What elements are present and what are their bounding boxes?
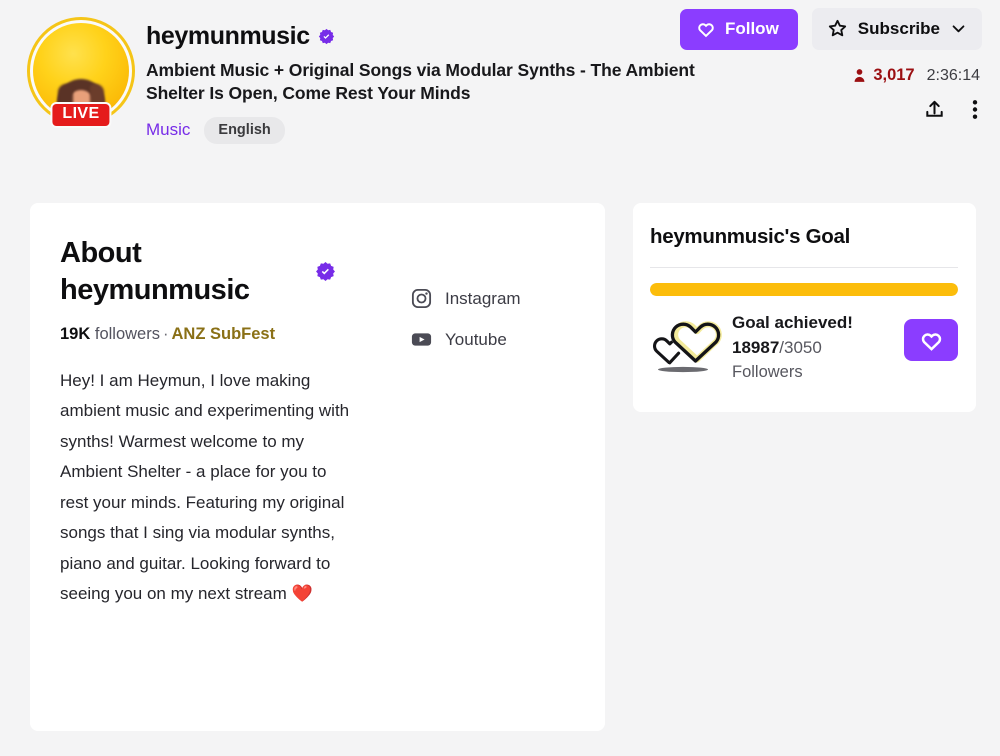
stream-uptime: 2:36:14 (926, 66, 980, 84)
category-link[interactable]: Music (146, 120, 190, 140)
viewer-count: 3,017 (873, 66, 915, 84)
goal-status: Goal achieved! (732, 313, 853, 332)
social-link-youtube[interactable]: Youtube (410, 328, 521, 351)
event-badge[interactable]: ANZ SubFest (171, 325, 275, 343)
goal-body: Goal achieved! 18987/3050 Followers (650, 313, 958, 382)
channel-header-text: heymunmusic Ambient Music + Original Son… (146, 22, 721, 144)
subscribe-label: Subscribe (857, 18, 940, 38)
followers-count: 19K (60, 325, 91, 344)
subscribe-button[interactable]: Subscribe (811, 8, 982, 50)
stream-title: Ambient Music + Original Songs via Modul… (146, 60, 695, 104)
two-hearts-icon (653, 321, 722, 373)
goal-title: heymunmusic's Goal (650, 225, 850, 248)
viewer-count-group: 3,017 (851, 66, 915, 85)
goal-divider (650, 267, 958, 268)
about-meta-row: 19K followers · ANZ SubFest (60, 325, 360, 344)
viewer-person-icon (854, 69, 865, 82)
goal-target: 3050 (784, 338, 822, 357)
followers-label: followers (94, 325, 160, 344)
stream-channel-page: LIVE heymunmusic Ambient Music + Origina… (0, 0, 1000, 756)
goal-unit: Followers (732, 363, 803, 381)
meta-separator: · (162, 325, 169, 344)
header-icon-row (923, 98, 978, 121)
about-card: About heymunmusic 19K followers · ANZ SubF… (30, 203, 605, 731)
share-upload-icon[interactable] (923, 98, 946, 121)
channel-name[interactable]: heymunmusic (146, 22, 310, 51)
stream-tags: Music English (146, 116, 721, 144)
about-heading-row: About heymunmusic (60, 235, 360, 308)
avatar[interactable]: LIVE (27, 17, 135, 128)
chevron-down-icon (952, 25, 965, 33)
channel-header: LIVE heymunmusic Ambient Music + Origina… (0, 0, 1000, 170)
social-label-instagram: Instagram (445, 288, 521, 308)
about-title: About heymunmusic (60, 237, 250, 306)
youtube-icon (411, 333, 432, 346)
social-link-instagram[interactable]: Instagram (410, 287, 521, 310)
social-links: Instagram Youtube (410, 287, 521, 609)
more-vertical-icon[interactable] (972, 98, 978, 121)
goal-progress-track (650, 283, 958, 296)
verified-badge-icon (318, 28, 334, 45)
language-tag[interactable]: English (204, 116, 285, 144)
goal-progress-fill (650, 283, 958, 296)
star-icon (828, 19, 846, 37)
follow-label: Follow (724, 18, 779, 38)
header-actions: Follow Subscribe (679, 8, 982, 50)
goal-progress-text: 18987/3050 (732, 338, 904, 358)
heart-icon (698, 22, 714, 37)
social-label-youtube: Youtube (445, 329, 507, 349)
goal-text-group: Goal achieved! 18987/3050 Followers (732, 313, 904, 382)
goal-card: heymunmusic's Goal Goal achieved! 18987/… (633, 203, 976, 412)
stream-stats: 3,017 2:36:14 (851, 66, 980, 85)
heart-icon (921, 332, 941, 351)
channel-name-row: heymunmusic (146, 22, 721, 51)
goal-current: 18987 (732, 338, 780, 357)
follow-button[interactable]: Follow (679, 8, 798, 50)
verified-badge-icon (316, 262, 335, 281)
about-bio: Hey! I am Heymun, I love making ambient … (60, 371, 350, 604)
instagram-icon (411, 288, 432, 309)
goal-follow-button[interactable] (904, 319, 958, 361)
live-badge: LIVE (50, 102, 112, 128)
